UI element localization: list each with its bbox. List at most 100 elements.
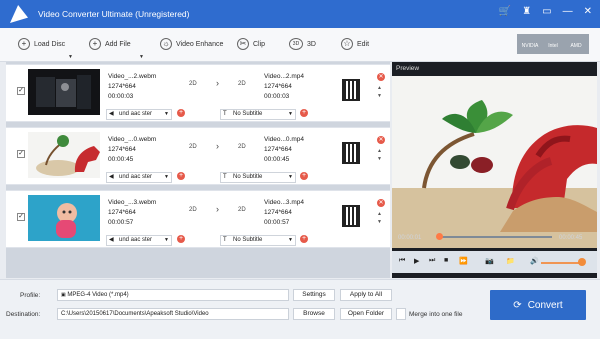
remove-file-button[interactable]: ✕ [377, 136, 385, 144]
file-row[interactable]: ✓ Video_...2.webm 1274*664 00:00:03 2D ›… [6, 64, 390, 122]
add-audio-button[interactable]: + [177, 235, 185, 243]
target-mode: 2D [238, 207, 246, 213]
move-down-icon[interactable]: ▼ [377, 219, 382, 225]
target-file-name: Video...2.mp4 [264, 73, 304, 80]
audio-track-dropdown[interactable]: ◀ und aac ster ▼ [106, 235, 172, 246]
volume-icon[interactable]: 🔊 [530, 257, 539, 265]
audio-track-value: und aac ster [119, 237, 153, 243]
subtitle-dropdown[interactable]: T No Subtitle ▼ [220, 235, 296, 246]
audio-track-dropdown[interactable]: ◀ und aac ster ▼ [106, 172, 172, 183]
move-down-icon[interactable]: ▼ [377, 93, 382, 99]
source-file-info: Video_...3.webm 1274*664 00:00:57 [108, 198, 156, 228]
amd-badge: AMD [563, 34, 589, 54]
profile-value: MPEG-4 Video (*.mp4) [67, 292, 129, 298]
minimize-button[interactable]: — [563, 6, 573, 17]
target-file-name: Video...0.mp4 [264, 136, 304, 143]
text-icon: T [223, 111, 227, 117]
stop-icon[interactable]: ■ [444, 257, 448, 264]
playback-handle[interactable] [436, 233, 443, 240]
feedback-icon[interactable]: ▭ [542, 6, 551, 17]
preview-panel: Preview 00:00:01 00:00:45 [392, 62, 597, 278]
film-icon[interactable] [342, 79, 360, 101]
video-enhance-button[interactable]: ☼ Video Enhance [160, 38, 223, 50]
add-file-button[interactable]: + Add File ▼ [89, 38, 144, 60]
plus-icon: + [89, 38, 101, 50]
scissors-icon: ✂ [237, 38, 249, 50]
file-checkbox[interactable]: ✓ [17, 213, 25, 221]
target-duration: 00:00:45 [264, 156, 290, 163]
speaker-icon: ◀ [109, 111, 114, 117]
3d-icon: 3D [289, 38, 303, 50]
audio-track-value: und aac ster [119, 174, 153, 180]
move-up-icon[interactable]: ▲ [377, 148, 382, 154]
remove-file-button[interactable]: ✕ [377, 199, 385, 207]
move-up-icon[interactable]: ▲ [377, 85, 382, 91]
preview-frame [392, 76, 597, 248]
add-audio-button[interactable]: + [177, 109, 185, 117]
clip-label: Clip [253, 40, 266, 48]
arrow-icon: › [216, 78, 219, 88]
text-icon: T [223, 237, 227, 243]
playback-progress[interactable] [438, 236, 552, 238]
video-thumbnail[interactable] [28, 69, 100, 115]
subtitle-dropdown[interactable]: T No Subtitle ▼ [220, 109, 296, 120]
video-thumbnail[interactable] [28, 195, 100, 241]
fast-forward-icon[interactable]: ⏭ [429, 257, 435, 265]
close-button[interactable]: ✕ [584, 6, 592, 17]
remove-file-button[interactable]: ✕ [377, 73, 385, 81]
subtitle-value: No Subtitle [233, 174, 263, 180]
snapshot-icon[interactable]: 📷 [485, 257, 494, 265]
target-file-info: Video...2.mp4 1274*664 00:00:03 [264, 72, 304, 102]
next-frame-icon[interactable]: ⏩ [459, 257, 468, 265]
3d-button[interactable]: 3D 3D [289, 38, 316, 50]
load-disc-button[interactable]: + Load Disc ▼ [18, 38, 73, 60]
convert-button[interactable]: ⟳ Convert [490, 290, 586, 320]
clip-button[interactable]: ✂ Clip [237, 38, 265, 50]
merge-label: Merge into one file [409, 311, 463, 318]
edit-button[interactable]: ☆ Edit [341, 38, 369, 50]
file-checkbox[interactable]: ✓ [17, 150, 25, 158]
folder-icon[interactable]: 📁 [506, 257, 515, 265]
move-down-icon[interactable]: ▼ [377, 156, 382, 162]
source-resolution: 1274*664 [108, 146, 136, 153]
subtitle-dropdown[interactable]: T No Subtitle ▼ [220, 172, 296, 183]
arrow-icon: › [216, 204, 219, 214]
play-icon[interactable]: ▶ [414, 257, 419, 265]
source-file-info: Video_...2.webm 1274*664 00:00:03 [108, 72, 156, 102]
chevron-down-icon: ▼ [288, 174, 293, 180]
cart-icon[interactable]: 🛒 [499, 6, 511, 17]
audio-track-dropdown[interactable]: ◀ und aac ster ▼ [106, 109, 172, 120]
target-file-info: Video...3.mp4 1274*664 00:00:57 [264, 198, 304, 228]
target-duration: 00:00:03 [264, 93, 290, 100]
add-subtitle-button[interactable]: + [300, 172, 308, 180]
merge-checkbox[interactable] [396, 308, 406, 320]
subtitle-value: No Subtitle [233, 237, 263, 243]
source-duration: 00:00:57 [108, 219, 134, 226]
film-icon[interactable] [342, 205, 360, 227]
volume-handle[interactable] [578, 258, 586, 266]
add-subtitle-button[interactable]: + [300, 109, 308, 117]
film-icon[interactable] [342, 142, 360, 164]
add-subtitle-button[interactable]: + [300, 235, 308, 243]
chevron-down-icon: ▼ [288, 237, 293, 243]
settings-button[interactable]: Settings [293, 289, 335, 301]
move-up-icon[interactable]: ▲ [377, 211, 382, 217]
destination-input[interactable]: C:\Users\20150617\Documents\Apeaksoft St… [57, 308, 289, 320]
volume-slider[interactable] [541, 262, 582, 264]
add-audio-button[interactable]: + [177, 172, 185, 180]
profile-dropdown[interactable]: ▣ MPEG-4 Video (*.mp4) [57, 289, 289, 301]
video-thumbnail[interactable] [28, 132, 100, 178]
chevron-down-icon[interactable]: ▼ [139, 54, 144, 60]
open-folder-button[interactable]: Open Folder [340, 308, 392, 320]
file-row[interactable]: ✓ Video_...3.webm 1274*664 00:00:57 2D ›… [6, 190, 390, 248]
profile-label: Profile: [20, 292, 41, 299]
skip-back-icon[interactable]: ⏮ [399, 257, 405, 265]
file-checkbox[interactable]: ✓ [17, 87, 25, 95]
browse-button[interactable]: Browse [293, 308, 335, 320]
file-row[interactable]: ✓ Video_...0.webm 1274*664 00:00:45 2D ›… [6, 127, 390, 185]
apply-to-all-button[interactable]: Apply to All [340, 289, 392, 301]
speaker-icon: ◀ [109, 237, 114, 243]
chevron-down-icon[interactable]: ▼ [68, 54, 73, 60]
register-icon[interactable]: ♜ [522, 6, 531, 17]
preview-label: Preview [396, 65, 420, 72]
